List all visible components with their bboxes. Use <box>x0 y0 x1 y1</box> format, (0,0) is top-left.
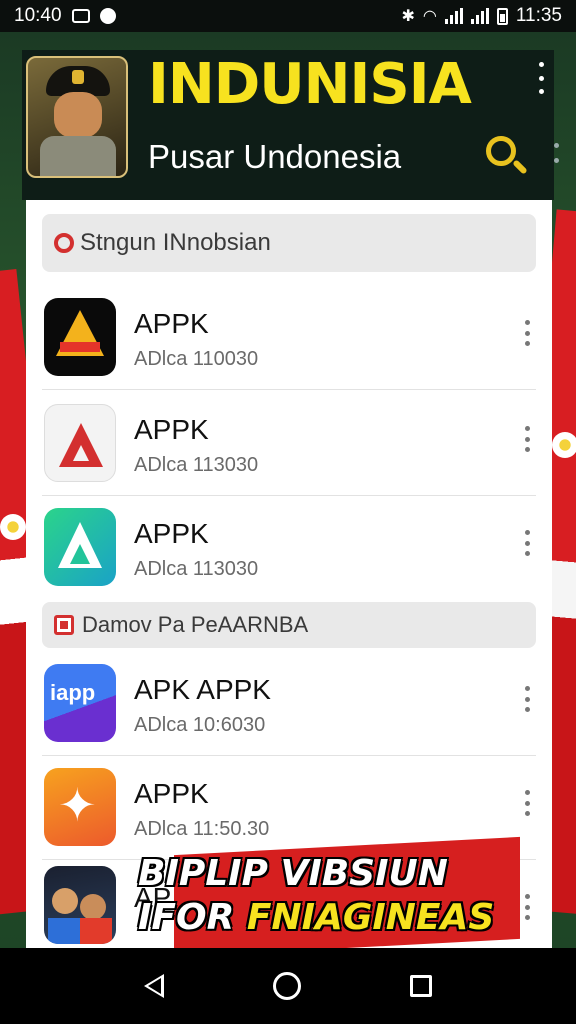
red-triangle-logo-icon <box>44 298 116 376</box>
app-name: APPK <box>134 308 209 339</box>
app-meta: ADlca 11:50.30 <box>134 818 270 840</box>
navigation-bar <box>0 948 576 1024</box>
battery-icon <box>496 7 508 25</box>
list-item[interactable]: APPK ADlca 113030 <box>42 496 536 600</box>
item-more-icon[interactable] <box>522 790 532 816</box>
recents-icon[interactable] <box>409 975 432 997</box>
item-more-icon[interactable] <box>522 686 532 712</box>
avatar[interactable] <box>26 56 128 178</box>
app-meta: ADlca 110030 <box>134 348 259 370</box>
wifi-icon: ◠ <box>422 8 437 25</box>
search-icon[interactable] <box>484 134 528 178</box>
app-title: INDUNISIA <box>148 52 472 117</box>
avatar-face <box>54 92 102 138</box>
section-header-1[interactable]: Stngun INnobsian <box>42 214 536 272</box>
section-header-label: Stngun INnobsian <box>80 229 271 256</box>
app-meta: ADlca 113030 <box>134 558 259 580</box>
flower-decoration <box>552 432 576 458</box>
promo-line-2: IFOR FNIAGINEAS <box>138 896 518 940</box>
back-icon[interactable] <box>144 974 165 998</box>
app-header: INDUNISIA Pusar Undonesia <box>22 50 554 200</box>
app-subtitle: Pusar Undonesia <box>148 138 402 175</box>
blue-iapp-logo-icon: iapp <box>44 664 116 742</box>
signal-icon <box>444 8 463 24</box>
search-tag-icon <box>54 233 74 253</box>
avatar-badge <box>72 70 84 84</box>
bluetooth-icon: ✱ <box>401 8 415 25</box>
item-more-icon[interactable] <box>522 320 532 346</box>
app-meta: ADlca 113030 <box>134 454 259 476</box>
app-name: APPK <box>134 778 209 809</box>
chat-notification-icon <box>99 8 116 24</box>
status-time-left: 10:40 <box>14 5 62 26</box>
status-bar: 10:40 ✱ ◠ 11:35 <box>0 0 576 32</box>
orange-star-logo-icon: ✦ <box>44 768 116 846</box>
home-icon[interactable] <box>272 972 301 1000</box>
app-name: APPK <box>134 414 209 445</box>
app-meta: ADlca 10:6030 <box>134 714 266 736</box>
item-more-icon[interactable] <box>522 530 532 556</box>
promo-line-1: BIPLIP VIBSIUN <box>138 853 448 894</box>
section-header-2[interactable]: Damov Pa PeAARNBA <box>42 602 536 648</box>
signal-icon-2 <box>470 8 489 24</box>
item-more-icon[interactable] <box>522 894 532 920</box>
flower-decoration <box>0 514 26 540</box>
promo-line-2-highlight: FNIAGINEAS <box>246 897 495 938</box>
image-notification-icon <box>71 9 90 23</box>
promo-line-2-prefix: IFOR <box>138 897 247 938</box>
side-more-icon[interactable] <box>551 143 561 163</box>
app-name: APPK <box>134 518 209 549</box>
section-header-label: Damov Pa PeAARNBA <box>82 612 309 637</box>
avatar-body <box>40 136 116 176</box>
list-item[interactable]: APPK ADlca 113030 <box>42 392 536 496</box>
people-logo-icon <box>44 866 116 944</box>
red-a-logo-icon <box>44 404 116 482</box>
green-a-logo-icon <box>44 508 116 586</box>
overflow-menu-icon[interactable] <box>534 62 548 94</box>
item-more-icon[interactable] <box>522 426 532 452</box>
list-item[interactable]: iapp APK APPK ADlca 10:6030 <box>42 652 536 756</box>
list-item[interactable]: APPK ADlca 110030 <box>42 286 536 390</box>
app-list-panel: Stngun INnobsian APPK ADlca 110030 APPK … <box>26 200 552 948</box>
app-name: APK APPK <box>134 674 271 705</box>
promo-text: BIPLIP VIBSIUN IFOR FNIAGINEAS <box>138 852 518 940</box>
status-time-right: 11:35 <box>515 5 562 26</box>
category-icon <box>54 615 74 635</box>
